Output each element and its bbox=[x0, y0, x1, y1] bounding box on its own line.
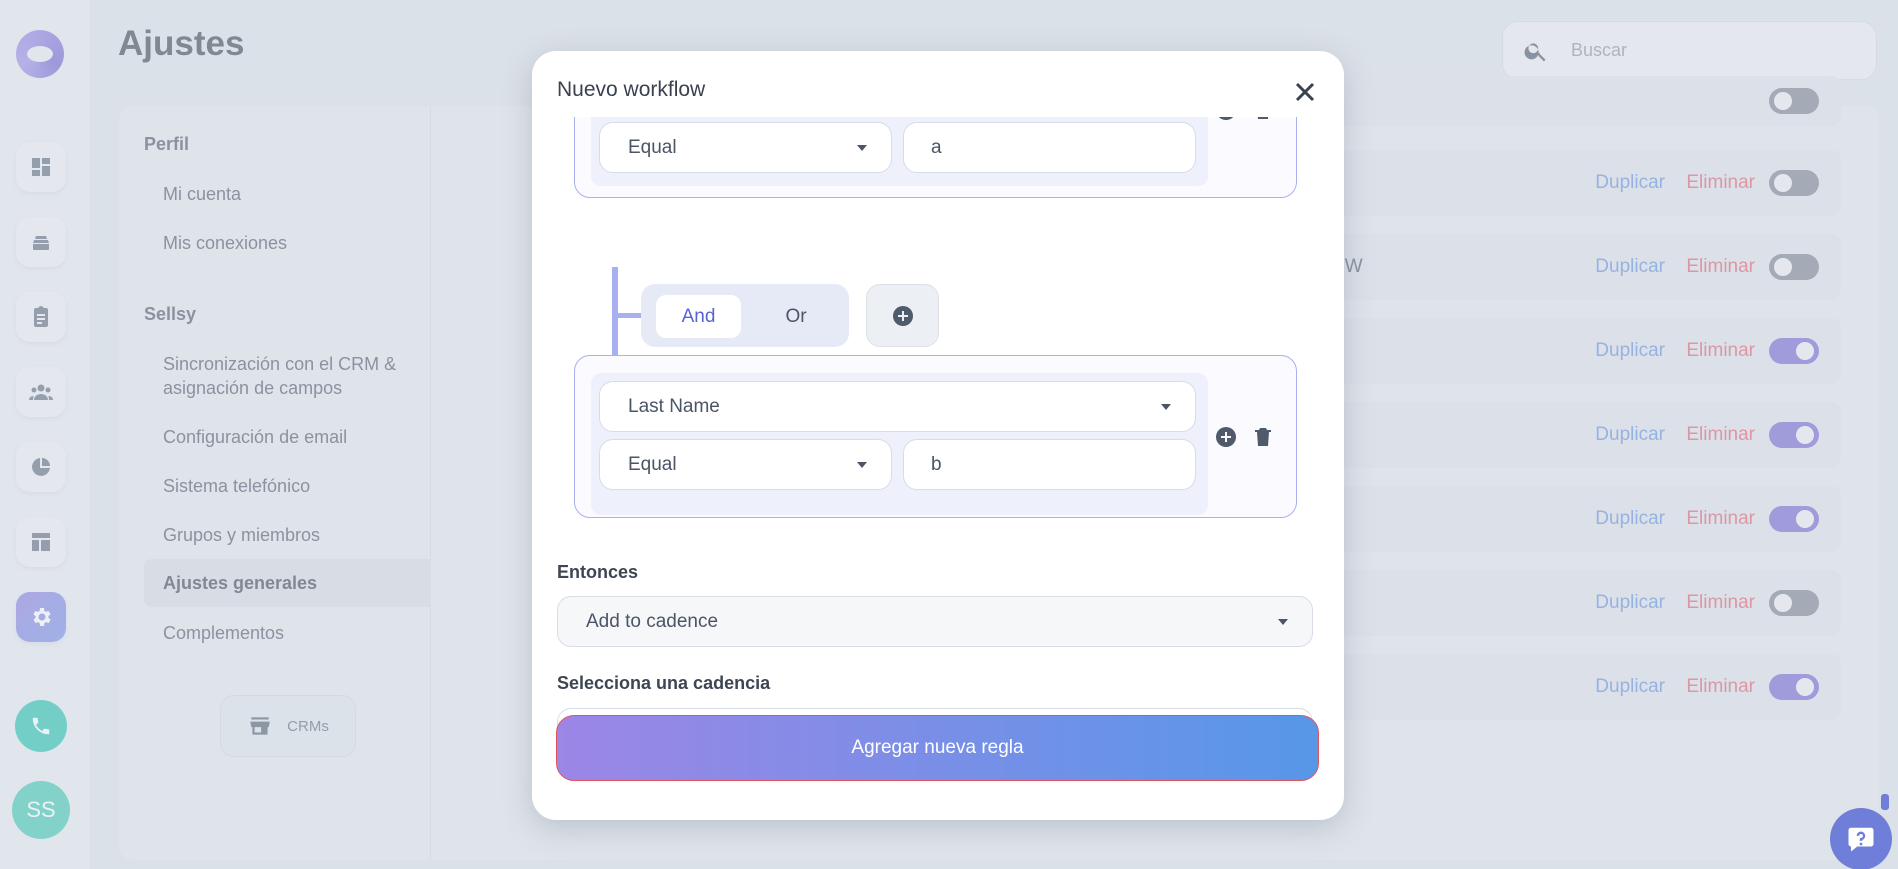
condition-row: Equal a bbox=[591, 117, 1208, 186]
value-input-text: a bbox=[931, 136, 942, 158]
condition-connector bbox=[612, 267, 618, 369]
logic-and-button[interactable]: And bbox=[656, 295, 741, 338]
operator-select[interactable]: Equal bbox=[599, 122, 892, 173]
chevron-down-icon bbox=[857, 462, 867, 468]
condition-row: Last Name Equal b bbox=[591, 373, 1208, 515]
logic-or-button[interactable]: Or bbox=[757, 295, 835, 338]
chevron-down-icon bbox=[857, 145, 867, 151]
cadence-label: Selecciona una cadencia bbox=[557, 673, 771, 693]
action-select[interactable]: Add to cadence bbox=[557, 596, 1313, 647]
add-circle-icon bbox=[892, 305, 913, 326]
close-icon[interactable] bbox=[1292, 79, 1318, 105]
add-circle-icon[interactable] bbox=[1214, 425, 1238, 449]
trash-icon[interactable] bbox=[1251, 117, 1275, 122]
add-circle-icon[interactable] bbox=[1214, 117, 1238, 122]
add-condition-button[interactable] bbox=[866, 284, 939, 347]
value-input[interactable]: b bbox=[903, 439, 1196, 490]
operator-select-value: Equal bbox=[628, 136, 677, 158]
field-select-value: Last Name bbox=[628, 395, 720, 417]
condition-group: Equal a bbox=[574, 117, 1297, 198]
modal-title: Nuevo workflow bbox=[557, 78, 706, 101]
value-input[interactable]: a bbox=[903, 122, 1196, 173]
then-label: Entonces bbox=[557, 562, 639, 582]
value-input-text: b bbox=[931, 453, 942, 475]
chevron-down-icon bbox=[1278, 619, 1288, 625]
condition-group: Last Name Equal b bbox=[574, 355, 1297, 518]
add-rule-button[interactable]: Agregar nueva regla bbox=[556, 715, 1319, 781]
help-chat-button[interactable] bbox=[1830, 794, 1892, 869]
chevron-down-icon bbox=[1161, 404, 1171, 410]
field-select[interactable]: Last Name bbox=[599, 381, 1196, 432]
operator-select[interactable]: Equal bbox=[599, 439, 892, 490]
new-workflow-modal: Nuevo workflow Equal a And Or Last Name … bbox=[532, 51, 1344, 820]
action-select-value: Add to cadence bbox=[586, 610, 719, 632]
question-bubble-icon bbox=[1848, 827, 1874, 852]
operator-select-value: Equal bbox=[628, 453, 677, 475]
trash-icon[interactable] bbox=[1251, 425, 1275, 449]
logic-toggle: And Or bbox=[641, 284, 849, 347]
